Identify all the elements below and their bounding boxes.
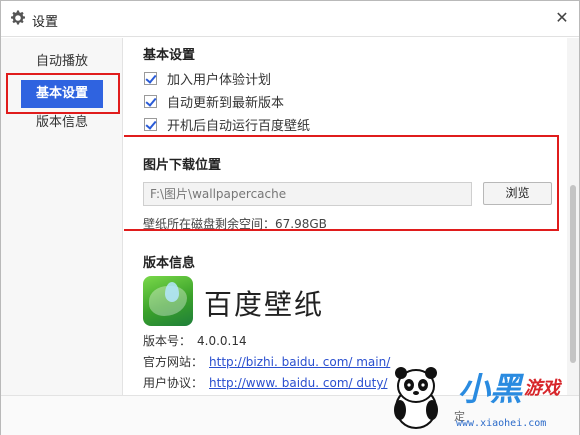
agreement-link[interactable]: http://www. baidu. com/ duty/ (209, 376, 387, 390)
checkbox-label: 加入用户体验计划 (167, 72, 272, 88)
window-title: 设置 (32, 15, 59, 30)
version-label: 版本号： (143, 334, 192, 348)
sidebar-item-autoplay[interactable]: 自动播放 (21, 48, 103, 76)
disk-space-info: 壁纸所在磁盘剩余空间：67.98GB (143, 217, 327, 231)
checkbox-checked[interactable] (144, 71, 157, 85)
checkbox-label: 开机后自动运行百度壁纸 (167, 118, 311, 134)
download-path-field[interactable]: F:\图片\wallpapercache (143, 182, 472, 206)
checkbox-row-experience[interactable]: 加入用户体验计划 (144, 69, 272, 88)
website-label: 官方网站： (143, 355, 204, 369)
sidebar-item-basic-settings[interactable]: 基本设置 (21, 80, 103, 108)
baidu-wallpaper-logo-icon (143, 276, 193, 326)
checkbox-row-auto-update[interactable]: 自动更新到最新版本 (144, 92, 285, 111)
version-row: 版本号： 4.0.0.14 (143, 332, 247, 349)
gear-icon (10, 10, 26, 26)
settings-sidebar: 自动播放 基本设置 版本信息 (1, 38, 123, 395)
website-link[interactable]: http://bizhi. baidu. com/ main/ (209, 355, 390, 369)
checkbox-label: 自动更新到最新版本 (167, 95, 285, 111)
checkbox-checked[interactable] (144, 117, 157, 131)
version-info-heading: 版本信息 (143, 256, 196, 271)
scroll-thumb[interactable] (570, 185, 576, 363)
basic-settings-heading: 基本设置 (143, 48, 196, 63)
checkbox-checked[interactable] (144, 94, 157, 108)
settings-window: 设置 ✕ 自动播放 基本设置 版本信息 基本设置 加入用户体验计划 自动更新到最… (0, 0, 580, 435)
agreement-row: 用户协议： http://www. baidu. com/ duty/ (143, 374, 387, 391)
browse-button[interactable]: 浏览 (483, 182, 552, 205)
checkbox-row-autorun[interactable]: 开机后自动运行百度壁纸 (144, 115, 311, 134)
title-bar: 设置 ✕ (1, 1, 579, 37)
agreement-label: 用户协议： (143, 376, 204, 390)
website-row: 官方网站： http://bizhi. baidu. com/ main/ (143, 353, 390, 370)
download-location-heading: 图片下载位置 (143, 158, 222, 173)
app-name: 百度壁纸 (204, 288, 325, 321)
sidebar-item-version-info[interactable]: 版本信息 (21, 109, 103, 137)
version-value: 4.0.0.14 (197, 334, 247, 348)
footer-bar (1, 395, 579, 435)
vertical-scrollbar[interactable] (567, 38, 579, 395)
settings-content: 基本设置 加入用户体验计划 自动更新到最新版本 开机后自动运行百度壁纸 图片下载… (124, 38, 567, 395)
close-icon[interactable]: ✕ (553, 9, 571, 27)
